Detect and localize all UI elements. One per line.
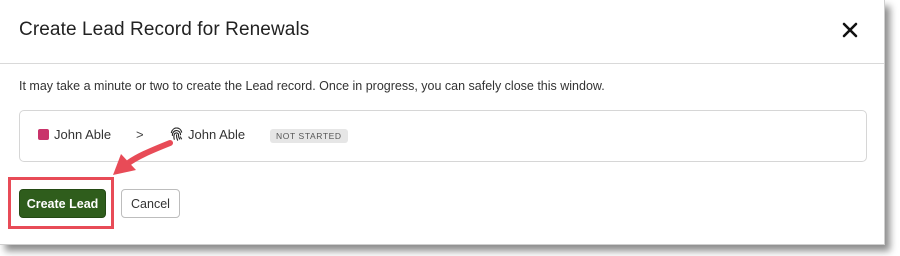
- fingerprint-icon: [170, 127, 183, 141]
- cancel-button[interactable]: Cancel: [121, 189, 180, 218]
- create-lead-button[interactable]: Create Lead: [19, 189, 106, 218]
- status-badge: NOT STARTED: [270, 129, 348, 143]
- close-button[interactable]: [838, 18, 862, 42]
- close-icon: [842, 22, 858, 38]
- dialog-header: Create Lead Record for Renewals: [0, 0, 884, 64]
- info-text: It may take a minute or two to create th…: [19, 79, 605, 93]
- mapping-separator: >: [136, 127, 144, 142]
- target-record-name: John Able: [188, 127, 246, 142]
- source-record-name: John Able: [54, 127, 112, 142]
- create-lead-dialog: Create Lead Record for Renewals It may t…: [0, 0, 885, 245]
- dialog-title: Create Lead Record for Renewals: [19, 19, 310, 40]
- record-mapping-row: John Able > John Able NOT STARTED: [19, 110, 867, 162]
- source-record-swatch: [38, 129, 49, 140]
